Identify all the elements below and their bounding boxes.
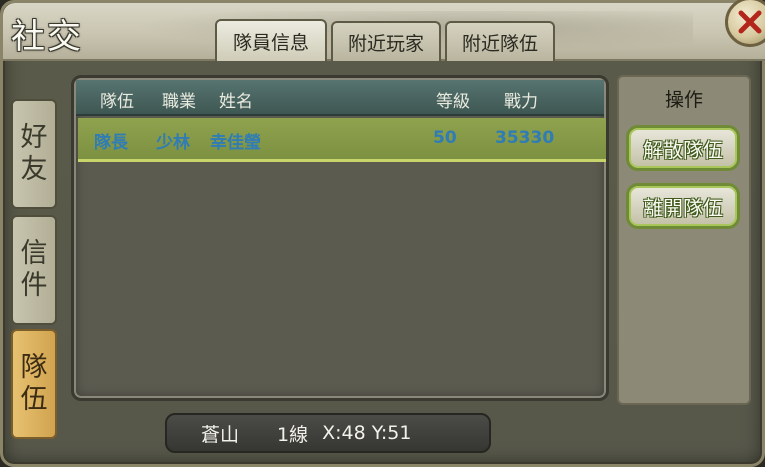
close-icon bbox=[738, 10, 762, 34]
social-window: 社交 隊員信息 附近玩家 附近隊伍 好 友 信 件 隊 伍 隊伍 職業 姓名 等… bbox=[0, 0, 765, 467]
location-bar: 蒼山 1線 X:48 Y:51 bbox=[165, 413, 491, 453]
location-coordinates: X:48 Y:51 bbox=[322, 422, 412, 444]
side-tab-team-char2: 伍 bbox=[20, 384, 48, 415]
member-list-header: 隊伍 職業 姓名 等級 戰力 bbox=[76, 80, 604, 116]
side-tab-mail-char2: 件 bbox=[20, 270, 48, 301]
column-header-name: 姓名 bbox=[219, 92, 253, 112]
side-tab-friends-char2: 友 bbox=[20, 154, 48, 185]
column-header-team: 隊伍 bbox=[100, 92, 134, 112]
side-tab-mail[interactable]: 信 件 bbox=[11, 215, 57, 325]
leave-team-button[interactable]: 離開隊伍 bbox=[626, 183, 740, 229]
side-tab-team-char1: 隊 bbox=[20, 352, 48, 383]
tab-nearby-teams[interactable]: 附近隊伍 bbox=[445, 21, 555, 61]
column-header-level: 等級 bbox=[436, 92, 470, 112]
side-tab-team[interactable]: 隊 伍 bbox=[11, 329, 57, 439]
top-tab-bar: 隊員信息 附近玩家 附近隊伍 bbox=[215, 19, 555, 61]
member-level: 50 bbox=[433, 128, 457, 148]
member-class: 少林 bbox=[156, 133, 190, 153]
member-team-role: 隊長 bbox=[94, 133, 128, 153]
window-title: 社交 bbox=[11, 17, 83, 57]
operations-panel: 操作 解散隊伍 離開隊伍 bbox=[617, 75, 751, 405]
tab-member-info[interactable]: 隊員信息 bbox=[215, 19, 327, 61]
disband-team-button[interactable]: 解散隊伍 bbox=[626, 125, 740, 171]
side-tab-mail-char1: 信 bbox=[20, 238, 48, 269]
operations-title: 操作 bbox=[664, 89, 703, 111]
column-header-power: 戰力 bbox=[504, 92, 538, 112]
tab-nearby-players[interactable]: 附近玩家 bbox=[331, 21, 441, 61]
location-zone: 蒼山 bbox=[201, 423, 240, 446]
member-power: 35330 bbox=[495, 128, 555, 148]
column-header-class: 職業 bbox=[162, 92, 196, 112]
side-tab-friends-char1: 好 bbox=[20, 122, 48, 153]
member-row[interactable]: 隊長 少林 幸佳瑩 50 35330 bbox=[78, 118, 606, 162]
member-name: 幸佳瑩 bbox=[210, 133, 261, 153]
location-line: 1線 bbox=[277, 423, 309, 446]
side-tab-friends[interactable]: 好 友 bbox=[11, 99, 57, 209]
member-list-panel: 隊伍 職業 姓名 等級 戰力 隊長 少林 幸佳瑩 50 35330 bbox=[71, 75, 609, 401]
